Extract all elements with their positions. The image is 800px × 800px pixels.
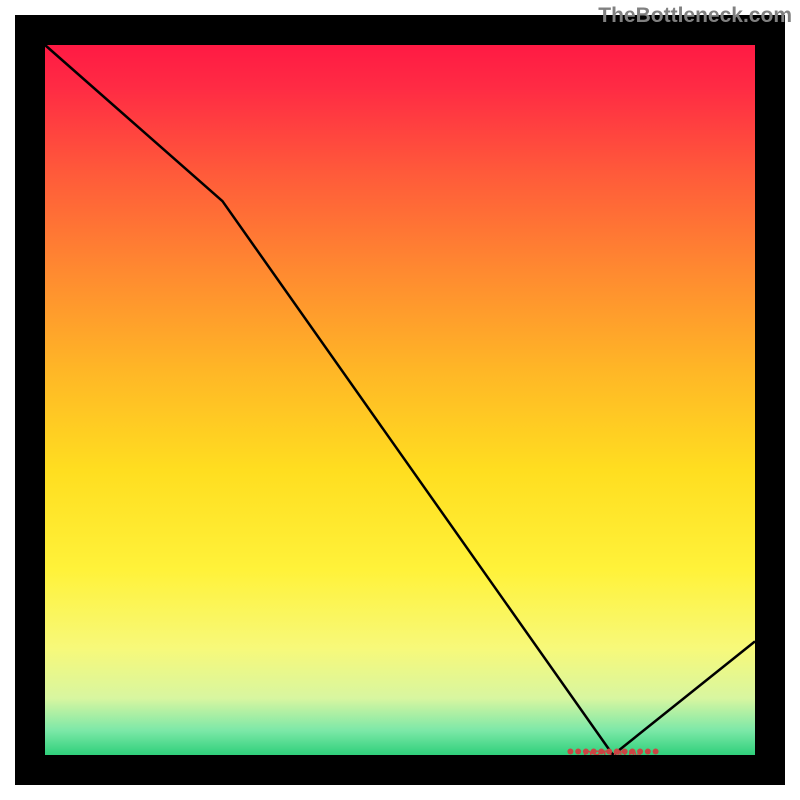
attribution-text: TheBottleneck.com [598,4,792,28]
optimum-marker-dot [575,748,581,754]
chart-container: TheBottleneck.com OPTIMUM [0,0,800,800]
optimum-marker-dot [653,748,659,754]
optimum-marker-dot [645,748,651,754]
gradient-background [45,45,755,755]
optimum-marker-dot [567,748,573,754]
bottleneck-chart: OPTIMUM [0,0,800,800]
